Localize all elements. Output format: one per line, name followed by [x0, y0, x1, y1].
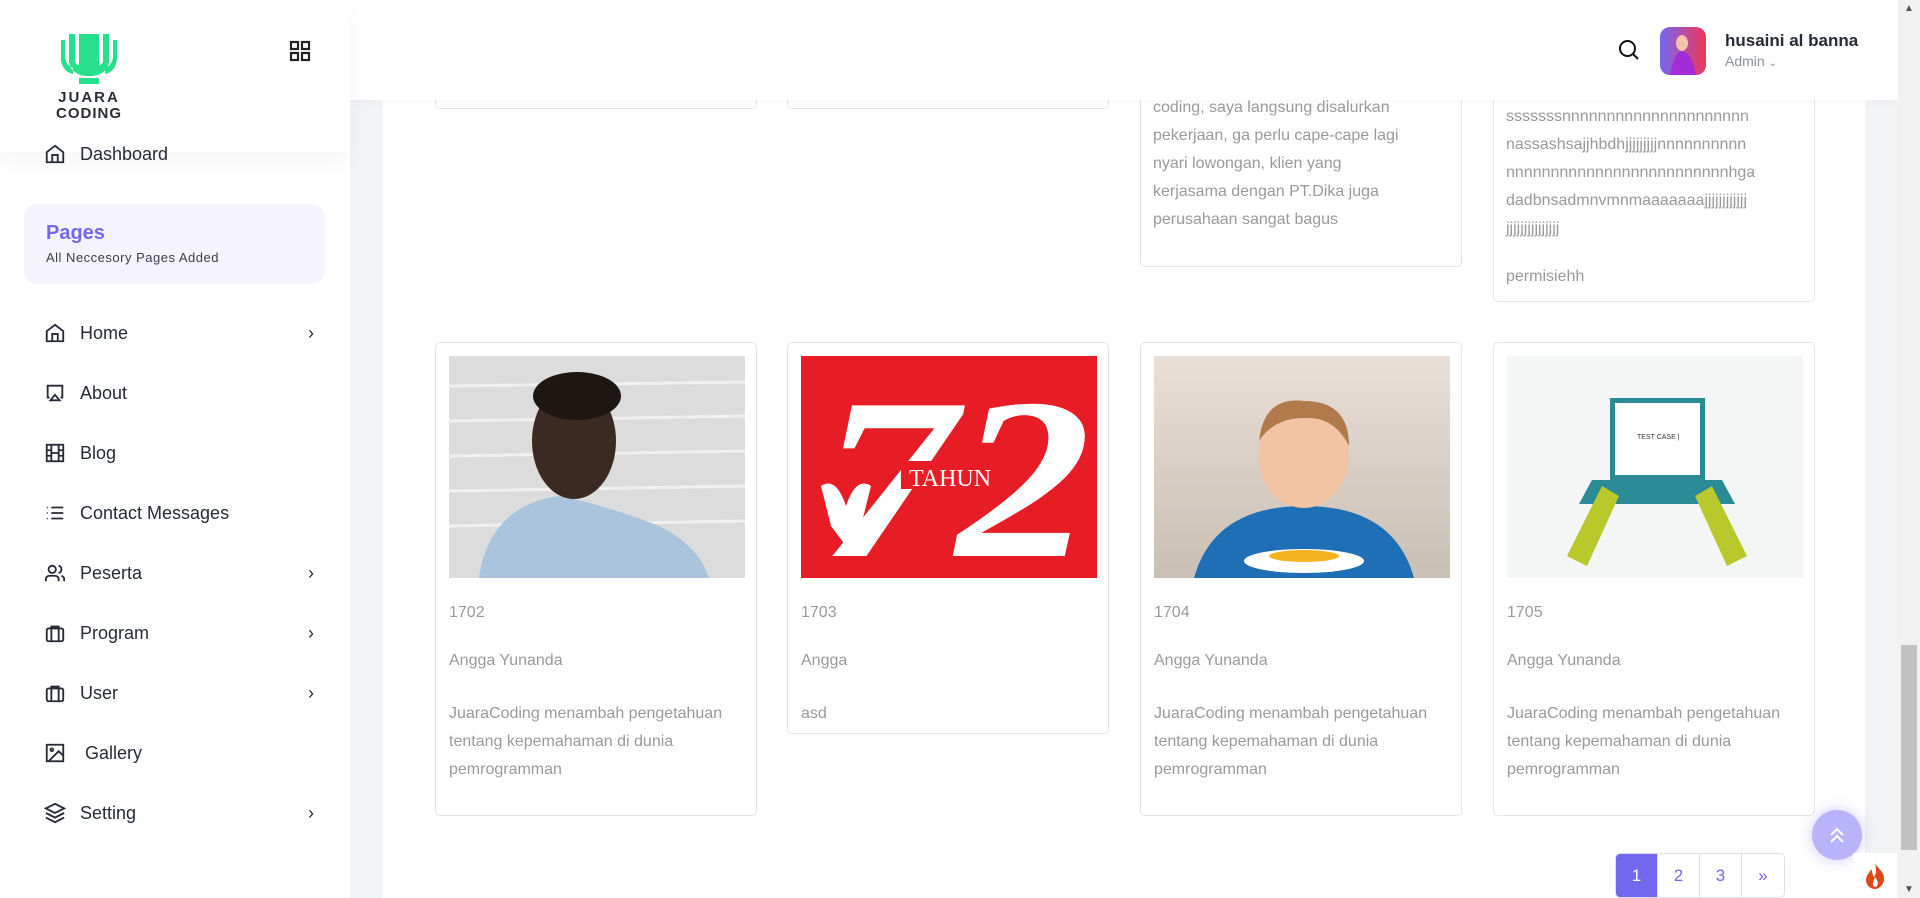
chevron-right-icon: ›: [308, 802, 314, 823]
card-id: 1702: [449, 604, 485, 621]
home-icon: [45, 323, 65, 343]
scrollbar-thumb[interactable]: [1901, 645, 1917, 850]
sidebar-item-label: Gallery: [85, 742, 143, 763]
card-image-child-eating: [1154, 356, 1450, 578]
grid-toggle-icon[interactable]: [289, 40, 311, 62]
desc-line: perusahaan sangat bagus: [1153, 211, 1339, 228]
top-header: husaini al banna Admin ⌄: [350, 0, 1900, 100]
desc-line: kerjasama dengan PT.Dika juga: [1153, 183, 1379, 200]
home-icon: [45, 144, 65, 164]
sidebar-item-label: Home: [80, 322, 129, 343]
sidebar-item-user[interactable]: User ›: [44, 678, 314, 708]
chevron-right-icon: ›: [308, 622, 314, 643]
sidebar-item-label: Program: [80, 622, 150, 643]
flame-icon: [1866, 862, 1885, 889]
chevron-down-icon: ⌄: [1768, 58, 1777, 69]
search-icon[interactable]: [1617, 38, 1641, 62]
avatar[interactable]: [1660, 27, 1706, 75]
desc-line: sssssssnnnnnnnnnnnnnnnnnnnnn: [1506, 108, 1749, 125]
image-icon: [45, 743, 65, 763]
card-id: 1704: [1154, 604, 1190, 621]
sidebar-item-gallery[interactable]: Gallery: [44, 738, 314, 768]
briefcase-icon: [45, 685, 65, 703]
sidebar-item-program[interactable]: Program ›: [44, 618, 314, 648]
section-title: Pages: [46, 222, 105, 244]
desc-line: nyari lowongan, klien yang: [1153, 155, 1342, 172]
section-subtitle: All Neccesory Pages Added: [46, 250, 219, 265]
sidebar-item-label: About: [80, 382, 128, 403]
sidebar-item-label: Blog: [80, 442, 117, 463]
card-name: permisiehh: [1506, 268, 1585, 285]
scroll-down-arrow[interactable]: ▼: [1904, 884, 1914, 895]
list-icon: [46, 506, 64, 520]
next-page-button[interactable]: »: [1742, 854, 1784, 897]
page-3-button[interactable]: 3: [1700, 854, 1742, 897]
gallery-card[interactable]: 72 TAHUN 1703 Angga asd: [787, 342, 1109, 734]
juara-coding-logo[interactable]: JUARA CODING: [43, 32, 135, 120]
users-icon: [44, 564, 66, 582]
sidebar-item-label: Contact Messages: [80, 502, 230, 523]
page-1-button[interactable]: 1: [1616, 854, 1658, 897]
card-image-portrait: [449, 356, 745, 578]
svg-text:JUARA: JUARA: [58, 89, 120, 106]
card-id: 1705: [1507, 604, 1543, 621]
desc-line: nnnnnnnnnnnnnnnnnnnnnnnnnhga: [1506, 164, 1756, 181]
pagination: 1 2 3 »: [1615, 853, 1785, 898]
sidebar: JUARA CODING Dashboard Pages All Necceso…: [0, 0, 350, 898]
gallery-card[interactable]: 1702 Angga Yunanda JuaraCoding menambah …: [435, 342, 757, 816]
card-desc: JuaraCoding menambah pengetahuan tentang…: [1507, 705, 1781, 778]
chevron-right-icon: ›: [308, 682, 314, 703]
card-name: Angga Yunanda: [1507, 652, 1621, 669]
sidebar-item-setting[interactable]: Setting ›: [44, 798, 314, 828]
card-image-72-tahun: 72 TAHUN: [801, 356, 1097, 578]
user-name[interactable]: husaini al banna: [1725, 31, 1858, 51]
sidebar-item-label: Dashboard: [80, 143, 169, 164]
desc-line: jjjjjjjjjjjjjjj: [1506, 220, 1560, 237]
gallery-card[interactable]: TEST CASE | 1705 Angga Yunanda JuaraCodi…: [1493, 342, 1815, 816]
desc-line: dadbnsadmnvmnmaaaaaaajjjjjjjjjjjj: [1506, 192, 1748, 209]
svg-text:TEST CASE |: TEST CASE |: [1637, 434, 1680, 441]
user-role: Admin: [1725, 53, 1765, 69]
chevron-right-icon: ›: [308, 562, 314, 583]
sidebar-item-contact-messages[interactable]: Contact Messages: [44, 498, 314, 528]
sidebar-item-label: Peserta: [80, 562, 143, 583]
sidebar-header: JUARA CODING Dashboard: [0, 0, 350, 164]
desc-line: pekerjaan, ga perlu cape-cape lagi: [1153, 127, 1399, 144]
briefcase-icon: [45, 625, 65, 643]
card-name: Angga Yunanda: [449, 652, 563, 669]
sidebar-item-dashboard[interactable]: Dashboard: [44, 143, 168, 165]
svg-text:TAHUN: TAHUN: [909, 466, 991, 492]
sidebar-item-label: Setting: [80, 802, 137, 823]
card-desc: JuaraCoding menambah pengetahuan tentang…: [449, 705, 723, 778]
layers-icon: [44, 802, 66, 824]
pages-section: Pages All Neccesory Pages Added: [24, 204, 325, 284]
svg-text:CODING: CODING: [56, 105, 122, 120]
chevron-right-icon: ›: [308, 322, 314, 343]
scroll-up-arrow[interactable]: ▲: [1904, 3, 1914, 14]
airplay-icon: [46, 384, 64, 402]
sidebar-item-blog[interactable]: Blog: [44, 438, 314, 468]
chevrons-up-icon: [1830, 827, 1844, 843]
sidebar-item-peserta[interactable]: Peserta ›: [44, 558, 314, 588]
gallery-card[interactable]: 1704 Angga Yunanda JuaraCoding menambah …: [1140, 342, 1462, 816]
card-id: 1703: [801, 604, 837, 621]
film-icon: [45, 443, 65, 463]
desc-line: nassashsajjhbdhjjjjjjjjjnnnnnnnnnn: [1506, 136, 1747, 153]
card-name: Angga: [801, 652, 848, 669]
sidebar-item-home[interactable]: Home ›: [44, 318, 314, 348]
sidebar-item-label: User: [80, 682, 119, 703]
sidebar-item-about[interactable]: About: [44, 378, 314, 408]
page-2-button[interactable]: 2: [1658, 854, 1700, 897]
scrollbar[interactable]: ▲ ▼: [1898, 0, 1920, 898]
card-name: Angga Yunanda: [1154, 652, 1268, 669]
card-top-4-desc: sssssssnnnnnnnnnnnnnnnnnnnnn nassashsajj…: [1506, 103, 1755, 291]
card-image-laptop-test-case: TEST CASE |: [1507, 356, 1803, 578]
card-desc: JuaraCoding menambah pengetahuan tentang…: [1154, 705, 1428, 778]
card-desc: asd: [801, 705, 827, 722]
user-role-dropdown[interactable]: Admin ⌄: [1725, 53, 1777, 69]
card-top-3-desc: coding, saya langsung disalurkan pekerja…: [1153, 94, 1399, 234]
codeigniter-debug-button[interactable]: [1853, 853, 1897, 898]
